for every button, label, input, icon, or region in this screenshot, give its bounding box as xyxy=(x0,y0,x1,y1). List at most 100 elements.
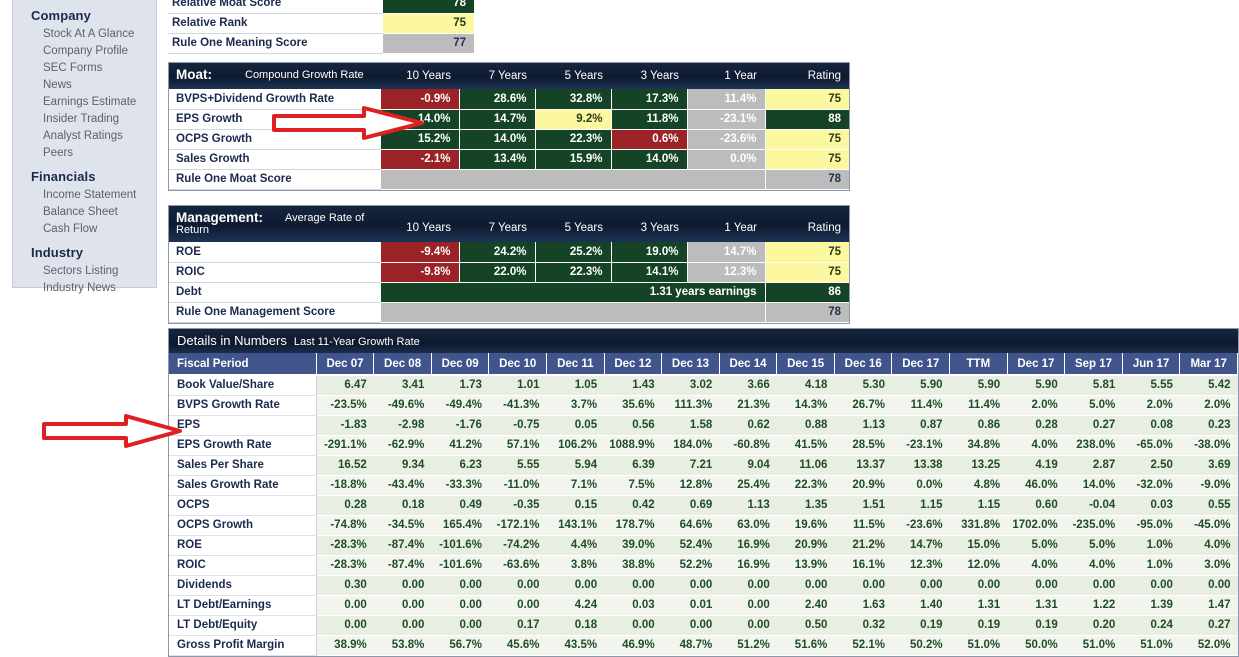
details-col-header: Mar 17 xyxy=(1179,353,1238,376)
details-cell: -63.6% xyxy=(488,555,547,576)
sidebar-item-sec-forms[interactable]: SEC Forms xyxy=(13,60,156,77)
details-cell: -0.35 xyxy=(488,495,547,516)
sidebar-item-cash-flow[interactable]: Cash Flow xyxy=(13,221,156,238)
details-cell: 5.0% xyxy=(1064,535,1123,556)
details-cell: 1.63 xyxy=(834,595,892,616)
sidebar-item-earnings-estimate[interactable]: Earnings Estimate xyxy=(13,94,156,111)
details-cell: 48.7% xyxy=(661,635,720,656)
details-col-header: Sep 17 xyxy=(1064,353,1123,376)
moat-panel: Moat: Compound Growth Rate 10 Years 7 Yea… xyxy=(168,62,850,191)
details-cell: 57.1% xyxy=(488,435,547,456)
details-cell: 0.00 xyxy=(488,595,547,616)
metric-value: 32.8% xyxy=(535,89,612,110)
details-cell: 0.00 xyxy=(546,575,605,596)
sidebar-item-sectors-listing[interactable]: Sectors Listing xyxy=(13,263,156,280)
column-header: Rating xyxy=(807,222,841,234)
details-cell: 34.8% xyxy=(949,435,1008,456)
table-row: EPS Growth Rate -291.1% -62.9% 41.2% 57.1% 10… xyxy=(169,435,1238,456)
details-cell: 7.5% xyxy=(604,475,662,496)
metric-value: 14.7% xyxy=(459,109,536,130)
details-col-header: Dec 17 xyxy=(1007,353,1066,376)
summary-score-spacer xyxy=(381,169,766,190)
details-cell: 0.00 xyxy=(719,615,777,636)
sidebar-item-peers[interactable]: Peers xyxy=(13,145,156,162)
details-cell: 2.50 xyxy=(1122,455,1180,476)
details-cell: 4.0% xyxy=(1179,535,1238,556)
details-row-label: Sales Per Share xyxy=(169,455,317,476)
details-cell: 0.24 xyxy=(1122,615,1180,636)
details-cell: 64.6% xyxy=(661,515,720,536)
metric-value: 28.6% xyxy=(459,89,536,110)
details-cell: -49.6% xyxy=(373,395,432,416)
details-cell: 3.02 xyxy=(661,375,720,396)
details-cell: 43.5% xyxy=(546,635,605,656)
details-col-header: Dec 12 xyxy=(604,353,663,376)
sidebar-item-insider-trading[interactable]: Insider Trading xyxy=(13,111,156,128)
sidebar-item-balance-sheet[interactable]: Balance Sheet xyxy=(13,204,156,221)
details-cell: 0.03 xyxy=(604,595,662,616)
details-cell: 0.0% xyxy=(891,475,950,496)
details-cell: 1.35 xyxy=(776,495,835,516)
moat-panel-header: Moat: Compound Growth Rate 10 Years 7 Yea… xyxy=(169,63,849,89)
score-row-label: Relative Rank xyxy=(168,13,383,34)
details-cell: 6.47 xyxy=(316,375,374,396)
details-cell: 5.90 xyxy=(1007,375,1065,396)
metric-label: ROIC xyxy=(169,262,381,283)
details-cell: 14.7% xyxy=(891,535,950,556)
sidebar-item-stock-at-a-glance[interactable]: Stock At A Glance xyxy=(13,26,156,43)
sidebar-item-news[interactable]: News xyxy=(13,77,156,94)
details-cell: -23.6% xyxy=(891,515,950,536)
details-cell: 0.08 xyxy=(1122,415,1180,436)
details-cell: 0.00 xyxy=(431,595,489,616)
details-cell: 52.2% xyxy=(661,555,720,576)
details-cell: 0.30 xyxy=(316,575,374,596)
summary-score-spacer xyxy=(381,302,766,323)
table-row: LT Debt/Equity 0.00 0.00 0.00 0.17 0.18 0.00 0.… xyxy=(169,615,1238,636)
score-row: Rule One Meaning Score 77 xyxy=(168,33,474,54)
details-cell: 5.42 xyxy=(1179,375,1238,396)
moat-title: Moat: xyxy=(176,67,212,82)
management-subtitle: Average Rate of xyxy=(285,212,365,224)
metric-value: 14.0% xyxy=(611,149,688,170)
score-row-value: 77 xyxy=(383,33,474,54)
details-cell: 4.18 xyxy=(776,375,835,396)
details-col-header: Dec 07 xyxy=(316,353,375,376)
details-row-label: EPS xyxy=(169,415,317,436)
details-cell: 2.0% xyxy=(1007,395,1065,416)
details-cell: 28.5% xyxy=(834,435,892,456)
details-cell: -65.0% xyxy=(1122,435,1180,456)
details-cell: 16.9% xyxy=(719,555,777,576)
details-row-label: ROIC xyxy=(169,555,317,576)
metric-label: Sales Growth xyxy=(169,149,381,170)
details-cell: 331.8% xyxy=(949,515,1008,536)
sidebar-item-company-profile[interactable]: Company Profile xyxy=(13,43,156,60)
metric-value: 17.3% xyxy=(611,89,688,110)
moat-subtitle: Compound Growth Rate xyxy=(245,69,364,81)
details-row-label: LT Debt/Equity xyxy=(169,615,317,636)
table-row: OCPS Growth -74.8% -34.5% 165.4% -172.1% 143.… xyxy=(169,515,1238,536)
column-header: 5 Years xyxy=(564,222,603,234)
metric-rating: 75 xyxy=(765,129,849,150)
details-cell: -74.8% xyxy=(316,515,374,536)
details-cell: 11.4% xyxy=(949,395,1008,416)
sidebar-item-analyst-ratings[interactable]: Analyst Ratings xyxy=(13,128,156,145)
metric-rating: 75 xyxy=(765,242,849,263)
column-header: 10 Years xyxy=(406,222,451,234)
debt-label: Debt xyxy=(169,282,381,303)
sidebar-item-industry-news[interactable]: Industry News xyxy=(13,280,156,297)
details-cell: 52.0% xyxy=(1179,635,1238,656)
metric-value: 14.0% xyxy=(381,109,460,130)
metric-label: EPS Growth xyxy=(169,109,381,130)
relative-score-body: Relative Moat Score 78 Relative Rank 75 Rule… xyxy=(168,0,474,54)
sidebar-item-income-statement[interactable]: Income Statement xyxy=(13,187,156,204)
details-cell: 0.15 xyxy=(546,495,605,516)
details-cell: 0.60 xyxy=(1007,495,1065,516)
details-row-label: Sales Growth Rate xyxy=(169,475,317,496)
details-cell: 0.23 xyxy=(1179,415,1238,436)
details-cell: -45.0% xyxy=(1179,515,1238,536)
details-cell: 51.6% xyxy=(776,635,835,656)
details-header-row: Fiscal Period Dec 07 Dec 08 Dec 09 Dec 10 Dec… xyxy=(169,353,1238,376)
details-col-header: Dec 15 xyxy=(776,353,835,376)
details-cell: 0.00 xyxy=(661,575,720,596)
details-cell: -87.4% xyxy=(373,555,432,576)
